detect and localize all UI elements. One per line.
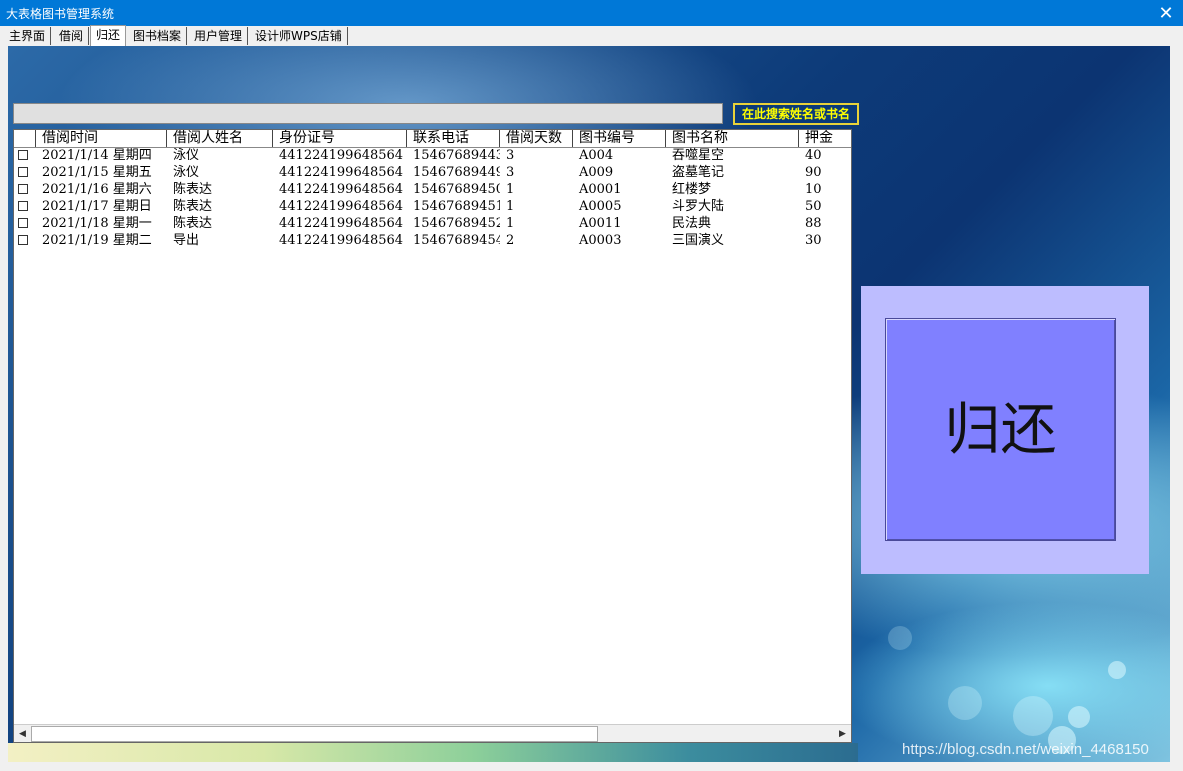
table-cell: 15467689452: [413, 216, 500, 231]
table-cell: 三国演义: [672, 233, 725, 248]
table-row[interactable]: 2021/1/16 星期六 陈表达 441224199648564 154676894…: [14, 181, 851, 198]
column-header[interactable]: 联系电话: [407, 130, 500, 147]
table-cell: A0011: [579, 216, 622, 231]
row-checkbox[interactable]: [18, 184, 28, 194]
table-cell: 1: [506, 216, 515, 231]
table-cell: 吞噬星空: [672, 148, 725, 163]
row-checkbox[interactable]: [18, 218, 28, 228]
table-cell: 441224199648564: [279, 165, 404, 180]
table-cell: 盗墓笔记: [672, 165, 725, 180]
column-header[interactable]: 借阅天数: [500, 130, 573, 147]
row-checkbox[interactable]: [18, 235, 28, 245]
table-cell: 441224199648564: [279, 233, 404, 248]
table-cell: 15467689449: [413, 165, 500, 180]
list-header: 借阅时间 借阅人姓名 身份证号 联系电话 借阅天数 图书编号 图书名称 押金: [14, 130, 851, 148]
table-cell: 441224199648564: [279, 182, 404, 197]
table-cell: 泳仪: [173, 165, 200, 180]
row-checkbox[interactable]: [18, 201, 28, 211]
table-cell: 441224199648564: [279, 216, 404, 231]
return-button[interactable]: 归还: [885, 318, 1116, 541]
table-cell: 陈表达: [173, 182, 213, 197]
table-cell: 15467689451: [413, 199, 500, 214]
horizontal-scrollbar[interactable]: ◀ ▶: [14, 724, 851, 742]
title-bar: 大表格图书管理系统 ✕: [0, 0, 1183, 26]
table-cell: 3: [506, 165, 515, 180]
table-cell: 2021/1/18 星期一: [42, 216, 152, 231]
table-cell: 民法典: [672, 216, 712, 231]
borrow-records-list[interactable]: 借阅时间 借阅人姓名 身份证号 联系电话 借阅天数 图书编号 图书名称 押金 2…: [13, 129, 852, 743]
table-cell: 10: [805, 182, 822, 197]
table-cell: 15467689454: [413, 233, 500, 248]
table-cell: 斗罗大陆: [672, 199, 725, 214]
table-cell: 90: [805, 165, 822, 180]
table-row[interactable]: 2021/1/15 星期五 泳仪 441224199648564 1546768944…: [14, 164, 851, 181]
search-input[interactable]: [13, 103, 723, 124]
table-cell: 红楼梦: [672, 182, 712, 197]
table-cell: 40: [805, 148, 822, 163]
close-icon[interactable]: ✕: [1149, 0, 1183, 26]
table-cell: 15467689443: [413, 148, 500, 163]
scrollbar-thumb[interactable]: [31, 726, 598, 742]
column-header[interactable]: 借阅时间: [36, 130, 167, 147]
column-header[interactable]: 借阅人姓名: [167, 130, 273, 147]
table-row[interactable]: 2021/1/18 星期一 陈表达 441224199648564 154676894…: [14, 215, 851, 232]
table-cell: 陈表达: [173, 199, 213, 214]
search-button[interactable]: 在此搜索姓名或书名: [733, 103, 859, 125]
column-header[interactable]: 图书名称: [666, 130, 799, 147]
table-cell: 50: [805, 199, 822, 214]
table-cell: 3: [506, 148, 515, 163]
window-bottom-edge: [0, 762, 1183, 771]
tab-designer-shop[interactable]: 设计师WPS店铺: [250, 27, 348, 45]
table-cell: A0003: [579, 233, 622, 248]
header-checkbox-column: [14, 130, 36, 147]
table-cell: 1: [506, 199, 515, 214]
window-right-edge: [1170, 46, 1183, 771]
background-bottom-strip: [8, 743, 858, 762]
tab-return[interactable]: 归还: [90, 25, 127, 47]
table-cell: A0005: [579, 199, 622, 214]
column-header[interactable]: 图书编号: [573, 130, 666, 147]
table-cell: 陈表达: [173, 216, 213, 231]
table-cell: A0001: [579, 182, 622, 197]
tab-borrow[interactable]: 借阅: [54, 27, 90, 45]
table-cell: 441224199648564: [279, 199, 404, 214]
table-cell: 2021/1/17 星期日: [42, 199, 152, 214]
table-row[interactable]: 2021/1/19 星期二 导出 441224199648564 1546768945…: [14, 232, 851, 249]
row-checkbox[interactable]: [18, 167, 28, 177]
table-cell: 2021/1/14 星期四: [42, 148, 152, 163]
tab-main[interactable]: 主界面: [4, 27, 52, 45]
window-title: 大表格图书管理系统: [6, 7, 115, 21]
table-cell: 2021/1/16 星期六: [42, 182, 152, 197]
table-cell: 30: [805, 233, 822, 248]
column-header[interactable]: 押金: [799, 130, 851, 147]
table-cell: A009: [579, 165, 614, 180]
scroll-right-icon[interactable]: ▶: [834, 725, 851, 742]
tab-user-management[interactable]: 用户管理: [189, 27, 249, 45]
table-row[interactable]: 2021/1/14 星期四 泳仪 441224199648564 1546768944…: [14, 147, 851, 164]
scroll-left-icon[interactable]: ◀: [14, 725, 31, 742]
table-cell: A004: [579, 148, 614, 163]
table-cell: 15467689450: [413, 182, 500, 197]
table-cell: 2: [506, 233, 515, 248]
tab-bar: 主界面 借阅 归还 图书档案 用户管理 设计师WPS店铺: [0, 25, 1183, 47]
table-cell: 1: [506, 182, 515, 197]
table-cell: 2021/1/15 星期五: [42, 165, 152, 180]
table-cell: 441224199648564: [279, 148, 404, 163]
row-checkbox[interactable]: [18, 150, 28, 160]
table-cell: 泳仪: [173, 148, 200, 163]
column-header[interactable]: 身份证号: [273, 130, 407, 147]
table-cell: 2021/1/19 星期二: [42, 233, 152, 248]
tab-book-archive[interactable]: 图书档案: [128, 27, 188, 45]
table-cell: 88: [805, 216, 822, 231]
table-row[interactable]: 2021/1/17 星期日 陈表达 441224199648564 154676894…: [14, 198, 851, 215]
table-cell: 导出: [173, 233, 200, 248]
window-left-edge: [0, 46, 8, 771]
watermark: https://blog.csdn.net/weixin_4468150: [902, 741, 1149, 758]
